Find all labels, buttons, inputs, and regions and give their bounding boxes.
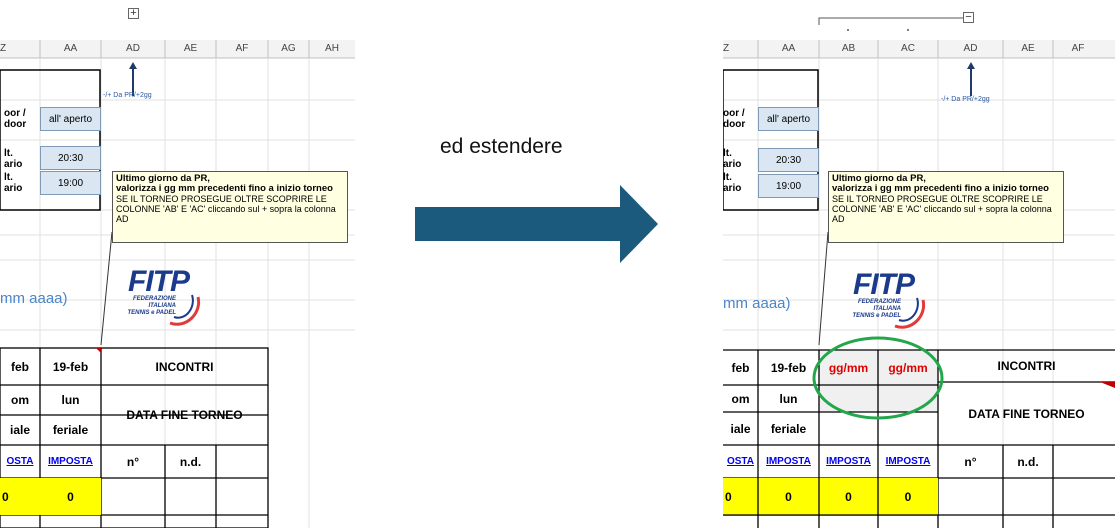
cell-all-aperto[interactable]: all' aperto [40,107,101,131]
zero-cell-1[interactable]: 0 [0,478,40,515]
fitp-logo: FITP FEDERAZIONE ITALIANA TENNIS e PADEL [118,265,208,335]
left-spreadsheet: + Z AA AD AE AF AG AH -/+ Da PR/+2gg oor… [0,0,355,528]
zero-cell-4[interactable]: 0 [878,478,938,515]
column-header-ah[interactable]: AH [309,40,355,58]
collapse-column-button[interactable]: − [963,12,974,23]
date-format-hint: mm aaaa) [723,295,791,312]
cell-type-feriale: feriale [52,423,89,437]
column-header-aa[interactable]: AA [40,40,101,58]
cell-all-aperto[interactable]: all' aperto [758,107,819,131]
note-title: Ultimo giorno da PR, valorizza i gg mm p… [832,173,1049,194]
column-header-af[interactable]: AF [1053,40,1103,58]
cell-type-feriale: feriale [770,421,807,436]
comment-note: Ultimo giorno da PR, valorizza i gg mm p… [112,171,348,243]
fitp-logo-subtitle: FEDERAZIONE ITALIANA TENNIS e PADEL [852,299,901,319]
cell-day-lun: lun [779,391,798,406]
zero-cell-1[interactable]: 0 [723,478,758,515]
cell-day-dom: om [11,393,29,407]
fitp-swoosh-icon [169,294,201,326]
caption-ed-estendere: ed estendere [440,135,563,158]
up-arrow-icon [967,62,975,96]
column-header-af[interactable]: AF [216,40,268,58]
note-title: Ultimo giorno da PR, valorizza i gg mm p… [116,173,333,194]
cell-day-lun: lun [61,393,80,407]
arrow-note: -/+ Da PR/+2gg [103,92,152,99]
imposta-link-1[interactable]: OSTA [723,445,758,478]
column-header-ad[interactable]: AD [101,40,165,58]
cell-type-festiale: iale [9,423,30,437]
column-header-ab[interactable]: AB [819,40,878,58]
imposta-link-1[interactable]: OSTA [0,445,40,478]
row-label-indoor: oor / door [723,108,746,130]
zero-cell-2[interactable]: 0 [40,478,101,515]
cell-day-dom: om [731,391,750,406]
right-arrow-icon [415,185,658,263]
cell-date-feb[interactable]: feb [723,350,758,385]
imposta-link-3[interactable]: IMPOSTA [819,445,878,478]
row-label-orario-2: lt. ario [4,172,23,194]
column-header-aa[interactable]: AA [758,40,819,58]
note-body: SE IL TORNEO PROSEGUE OLTRE SCOPRIRE LE … [116,194,336,224]
fitp-logo: FITP FEDERAZIONE ITALIANA TENNIS e PADEL [843,268,933,338]
ggmm-cell-ac[interactable]: gg/mm [878,350,938,385]
column-header-ad[interactable]: AD [938,40,1003,58]
cell-2030[interactable]: 20:30 [40,146,101,170]
column-header-ae[interactable]: AE [1003,40,1053,58]
date-format-hint: mm aaaa) [0,290,68,307]
n-deg-header: n° [964,454,977,469]
zero-cell-3[interactable]: 0 [819,478,878,515]
column-header-z[interactable]: Z [0,40,40,58]
imposta-link-2[interactable]: IMPOSTA [40,445,101,478]
imposta-link-2[interactable]: IMPOSTA [758,445,819,478]
column-header-z[interactable]: Z [723,40,758,58]
fitp-swoosh-icon [894,297,926,329]
arrow-note: -/+ Da PR/+2gg [941,96,990,103]
cell-date-19feb[interactable]: 19-feb [758,350,819,385]
right-spreadsheet: − Z AA AB AC AD AE AF -/+ Da PR/+2gg oor… [723,0,1115,528]
nd-header: n.d. [179,454,202,469]
cell-1900[interactable]: 19:00 [40,171,101,195]
data-fine-torneo: DATA FINE TORNEO [126,408,243,422]
column-header-ag[interactable]: AG [268,40,309,58]
imposta-link-4[interactable]: IMPOSTA [878,445,938,478]
up-arrow-icon [129,62,137,96]
expand-column-button[interactable]: + [128,8,139,19]
n-deg-header: n° [126,454,140,469]
cell-1900[interactable]: 19:00 [758,174,819,198]
column-header-ae[interactable]: AE [165,40,216,58]
incontri-header: INCONTRI [997,359,1056,373]
row-label-orario-1: lt. ario [723,148,742,170]
column-header-ac[interactable]: AC [878,40,938,58]
incontri-header: INCONTRI [155,359,214,374]
cell-date-feb[interactable]: feb [0,348,40,385]
comment-note: Ultimo giorno da PR, valorizza i gg mm p… [828,171,1064,243]
cell-type-festiale: iale [730,421,751,436]
zero-cell-2[interactable]: 0 [758,478,819,515]
row-label-orario-2: lt. ario [723,172,742,194]
cell-2030[interactable]: 20:30 [758,148,819,172]
row-label-indoor: oor / door [4,108,27,130]
ggmm-cell-ab[interactable]: gg/mm [819,350,878,385]
note-body: SE IL TORNEO PROSEGUE OLTRE SCOPRIRE LE … [832,194,1052,224]
data-fine-torneo: DATA FINE TORNEO [968,406,1085,421]
row-label-orario-1: lt. ario [4,148,23,170]
nd-header: n.d. [1017,454,1039,469]
cell-date-19feb[interactable]: 19-feb [40,348,101,385]
